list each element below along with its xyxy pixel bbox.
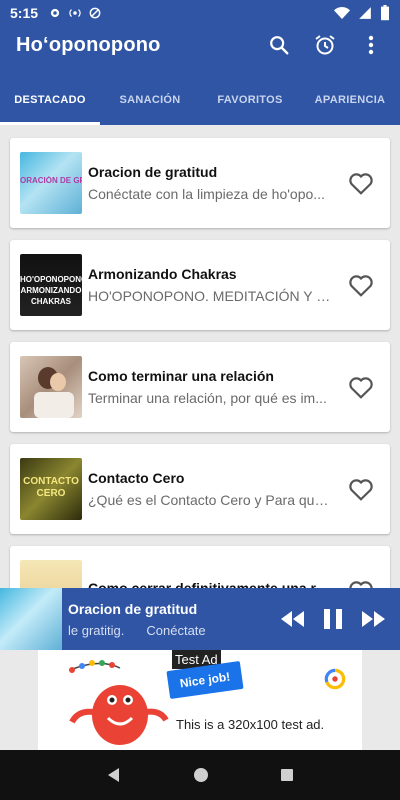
thumbnail-text: HO'OPONOPONO ARMONIZANDO CHAKRAS (20, 275, 82, 306)
player-title: Oracion de gratitud (68, 600, 198, 617)
banner-ad[interactable]: Test Ad Nice job! This is a 320x100 test… (38, 650, 362, 750)
player-subtitle: le gratitig. Conéctate (68, 622, 206, 638)
search-icon[interactable] (266, 32, 292, 58)
podcast-status-icon (69, 9, 81, 17)
thumbnail-text: ORACIÓN DE GRATITUD (20, 176, 82, 185)
list-item[interactable]: ORACIÓN DE GRATITUD Oracion de gratitud … (10, 138, 390, 228)
app-title: Ho‘oponopono (16, 33, 161, 56)
tab-bar: DESTACADO SANACIÓN FAVORITOS APARIENCIA (0, 74, 400, 125)
heart-outline-icon[interactable] (348, 273, 374, 297)
recents-icon[interactable] (280, 768, 294, 782)
data-saver-status-icon (89, 7, 101, 19)
list-item[interactable]: CONTACTO CERO Contacto Cero ¿Qué es el C… (10, 444, 390, 534)
ad-logo-icon (324, 668, 346, 690)
back-icon[interactable] (106, 767, 122, 783)
list-item[interactable]: Como terminar una relación Terminar una … (10, 342, 390, 432)
item-title: Contacto Cero (88, 470, 185, 486)
item-thumbnail (20, 356, 82, 418)
signal-icon (359, 7, 371, 19)
thumbnail-text: CONTACTO CERO (23, 476, 79, 499)
player-thumbnail (0, 588, 62, 650)
active-tab-indicator (0, 122, 100, 125)
item-title: Armonizando Chakras (88, 266, 237, 282)
mascot-icon (69, 660, 169, 745)
fast-forward-icon[interactable] (360, 609, 388, 629)
item-title: Como terminar una relación (88, 368, 274, 384)
system-nav-bar (0, 750, 400, 800)
heart-outline-icon[interactable] (348, 171, 374, 195)
wifi-icon (334, 7, 350, 19)
more-options-icon[interactable] (358, 32, 384, 58)
list-item[interactable]: HO'OPONOPONO ARMONIZANDO CHAKRAS Armoniz… (10, 240, 390, 330)
ad-text: This is a 320x100 test ad. (176, 717, 325, 732)
app-header: 5:15 Ho‘oponopono DESTACADO SANACIÓN FAV… (0, 0, 400, 125)
item-subtitle: Conéctate con la limpieza de ho'opo... (88, 186, 325, 202)
heart-outline-icon[interactable] (348, 375, 374, 399)
audio-list: ORACIÓN DE GRATITUD Oracion de gratitud … (10, 138, 390, 648)
settings-status-icon (50, 8, 60, 18)
status-time: 5:15 (10, 5, 39, 21)
item-thumbnail: CONTACTO CERO (20, 458, 82, 520)
status-bar: 5:15 (0, 0, 400, 26)
couple-photo-icon (34, 367, 74, 418)
alarm-clock-icon[interactable] (312, 32, 338, 58)
battery-icon (381, 5, 389, 21)
app-bar: Ho‘oponopono (0, 26, 400, 64)
heart-outline-icon[interactable] (348, 477, 374, 501)
mini-player[interactable]: Oracion de gratitud le gratitig. Conécta… (0, 588, 400, 650)
tab-apariencia[interactable]: APARIENCIA (300, 74, 400, 125)
tab-destacado[interactable]: DESTACADO (0, 74, 100, 125)
pause-icon[interactable] (322, 607, 344, 631)
item-subtitle: Terminar una relación, por qué es im... (88, 390, 327, 406)
tab-sanacion[interactable]: SANACIÓN (100, 74, 200, 125)
item-subtitle: ¿Qué es el Contacto Cero y Para qué... (88, 492, 332, 508)
home-icon[interactable] (193, 767, 209, 783)
item-title: Oracion de gratitud (88, 164, 218, 180)
rewind-icon[interactable] (278, 609, 306, 629)
tab-favoritos[interactable]: FAVORITOS (200, 74, 300, 125)
item-subtitle: HO'OPONOPONO. MEDITACIÓN Y P... (88, 288, 332, 304)
item-thumbnail: HO'OPONOPONO ARMONIZANDO CHAKRAS (20, 254, 82, 316)
item-thumbnail: ORACIÓN DE GRATITUD (20, 152, 82, 214)
